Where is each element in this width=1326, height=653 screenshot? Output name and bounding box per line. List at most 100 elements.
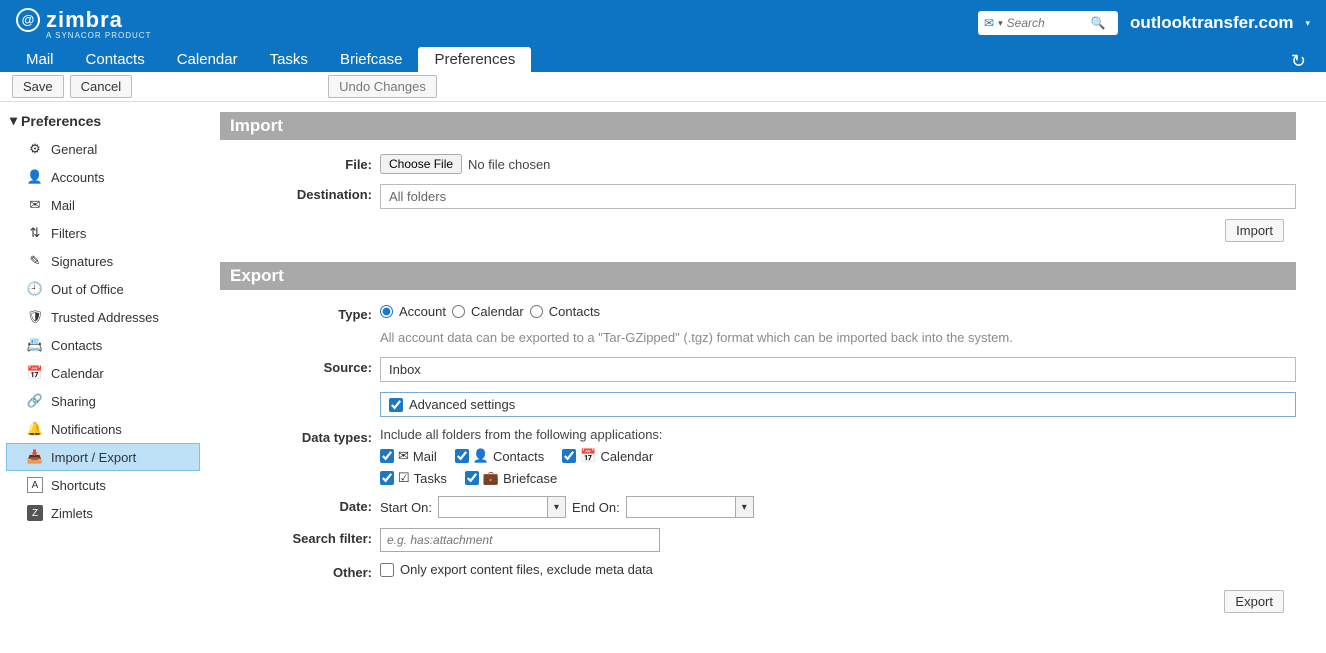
dt-mail[interactable]: ✉Mail (380, 448, 437, 464)
sidebar-item-label: Signatures (51, 254, 113, 269)
search-icon[interactable]: 🔍 (1091, 16, 1106, 30)
search-box[interactable]: ✉ ▾ 🔍 (978, 11, 1118, 35)
end-on-label: End On: (572, 500, 620, 515)
data-types-label: Data types: (220, 427, 380, 445)
sidebar-item-label: Zimlets (51, 506, 93, 521)
dropdown-icon[interactable]: ▾ (736, 496, 754, 518)
shortcuts-icon: A (27, 477, 43, 493)
import-button[interactable]: Import (1225, 219, 1284, 242)
export-button[interactable]: Export (1224, 590, 1284, 613)
content: Import File: Choose File No file chosen … (200, 102, 1326, 653)
sidebar-item-label: Import / Export (51, 450, 136, 465)
date-label: Date: (220, 496, 380, 514)
sidebar-item-mail[interactable]: ✉Mail (6, 191, 200, 219)
end-on-input[interactable] (626, 496, 736, 518)
other-label: Other: (220, 562, 380, 580)
tab-calendar[interactable]: Calendar (161, 47, 254, 72)
top-bar: @ zimbra A SYNACOR PRODUCT ✉ ▾ 🔍 outlook… (0, 0, 1326, 46)
dt-calendar[interactable]: 📅Calendar (562, 448, 653, 464)
sidebar-item-zimlets[interactable]: ZZimlets (6, 499, 200, 527)
undo-changes-button[interactable]: Undo Changes (328, 75, 437, 98)
account-brand[interactable]: outlooktransfer.com (1130, 13, 1293, 33)
dt-briefcase[interactable]: 💼Briefcase (465, 470, 557, 486)
search-filter-label: Search filter: (220, 528, 380, 546)
sidebar-title: Preferences (21, 113, 101, 129)
search-scope-caret-icon[interactable]: ▾ (998, 18, 1003, 29)
sidebar-item-label: Shortcuts (51, 478, 106, 493)
sidebar-item-calendar[interactable]: 📅Calendar (6, 359, 200, 387)
import-export-icon: 📥 (27, 449, 43, 465)
tab-contacts[interactable]: Contacts (70, 47, 161, 72)
type-radio-calendar[interactable]: Calendar (452, 304, 524, 319)
type-hint: All account data can be exported to a "T… (380, 329, 1296, 347)
sidebar-item-sharing[interactable]: 🔗 Sharing (6, 387, 200, 415)
sharing-icon: 🔗 (27, 393, 43, 409)
other-checkbox[interactable] (380, 563, 394, 577)
dt-contacts[interactable]: 👤Contacts (455, 448, 545, 464)
search-input[interactable] (1007, 16, 1087, 30)
source-picker[interactable]: Inbox (380, 357, 1296, 382)
sidebar-item-import-export[interactable]: 📥 Import / Export (6, 443, 200, 471)
advanced-settings-checkbox[interactable] (389, 398, 403, 412)
sidebar-item-general[interactable]: ⚙ General (6, 135, 200, 163)
nav-bar: Mail Contacts Calendar Tasks Briefcase P… (0, 46, 1326, 72)
start-on-input[interactable] (438, 496, 548, 518)
shield-icon: 🛡 (27, 309, 43, 325)
sidebar-item-label: Filters (51, 226, 86, 241)
logo: @ zimbra A SYNACOR PRODUCT (16, 7, 151, 40)
source-label: Source: (220, 357, 380, 375)
end-on-picker[interactable]: ▾ (626, 496, 754, 518)
sidebar-header[interactable]: ▾ Preferences (6, 108, 200, 135)
start-on-label: Start On: (380, 500, 432, 515)
tasks-icon: ☑ (398, 470, 410, 486)
sidebar-item-shortcuts[interactable]: A Shortcuts (6, 471, 200, 499)
sidebar-item-accounts[interactable]: 👤Accounts (6, 163, 200, 191)
sidebar-item-filters[interactable]: ⇅ Filters (6, 219, 200, 247)
pen-icon: ✎ (27, 253, 43, 269)
cancel-button[interactable]: Cancel (70, 75, 132, 98)
account-menu-caret-icon[interactable]: ▾ (1305, 18, 1310, 29)
dropdown-icon[interactable]: ▾ (548, 496, 566, 518)
contacts-icon: 📇 (27, 337, 43, 353)
sidebar-item-label: Sharing (51, 394, 96, 409)
destination-picker[interactable]: All folders (380, 184, 1296, 209)
sidebar-item-label: Accounts (51, 170, 104, 185)
advanced-settings-label: Advanced settings (409, 397, 515, 412)
sidebar-item-label: Out of Office (51, 282, 124, 297)
contacts-icon: 👤 (473, 448, 489, 464)
sidebar-item-contacts[interactable]: 📇 Contacts (6, 331, 200, 359)
sidebar-item-out-of-office[interactable]: 🕘 Out of Office (6, 275, 200, 303)
collapse-caret-icon[interactable]: ▾ (10, 112, 17, 129)
search-filter-input[interactable] (380, 528, 660, 552)
sidebar-item-label: Trusted Addresses (51, 310, 159, 325)
tab-tasks[interactable]: Tasks (254, 47, 324, 72)
clock-icon: 🕘 (27, 281, 43, 297)
sidebar-item-label: Calendar (51, 366, 104, 381)
tab-preferences[interactable]: Preferences (418, 47, 531, 72)
sidebar-item-label: Notifications (51, 422, 122, 437)
toolbar: Save Cancel Undo Changes (0, 72, 1326, 102)
choose-file-button[interactable]: Choose File (380, 154, 462, 174)
sidebar-item-label: Contacts (51, 338, 102, 353)
destination-label: Destination: (220, 184, 380, 202)
tab-briefcase[interactable]: Briefcase (324, 47, 419, 72)
sidebar-item-signatures[interactable]: ✎ Signatures (6, 247, 200, 275)
sidebar-item-trusted-addresses[interactable]: 🛡 Trusted Addresses (6, 303, 200, 331)
tab-mail[interactable]: Mail (10, 47, 70, 72)
other-option[interactable]: Only export content files, exclude meta … (380, 562, 1296, 577)
reload-icon[interactable]: ↻ (1291, 51, 1316, 72)
type-radio-contacts[interactable]: Contacts (530, 304, 600, 319)
sidebar-item-label: General (51, 142, 97, 157)
dt-tasks[interactable]: ☑Tasks (380, 470, 447, 486)
start-on-picker[interactable]: ▾ (438, 496, 566, 518)
save-button[interactable]: Save (12, 75, 64, 98)
advanced-settings-toggle[interactable]: Advanced settings (380, 392, 1296, 417)
logo-swirl-icon: @ (16, 8, 40, 32)
calendar-icon: 📅 (580, 448, 596, 464)
gear-icon: ⚙ (27, 141, 43, 157)
type-radio-account[interactable]: Account (380, 304, 446, 319)
filters-icon: ⇅ (27, 225, 43, 241)
sidebar-item-notifications[interactable]: 🔔Notifications (6, 415, 200, 443)
export-header: Export (220, 262, 1296, 290)
no-file-text: No file chosen (468, 157, 550, 172)
